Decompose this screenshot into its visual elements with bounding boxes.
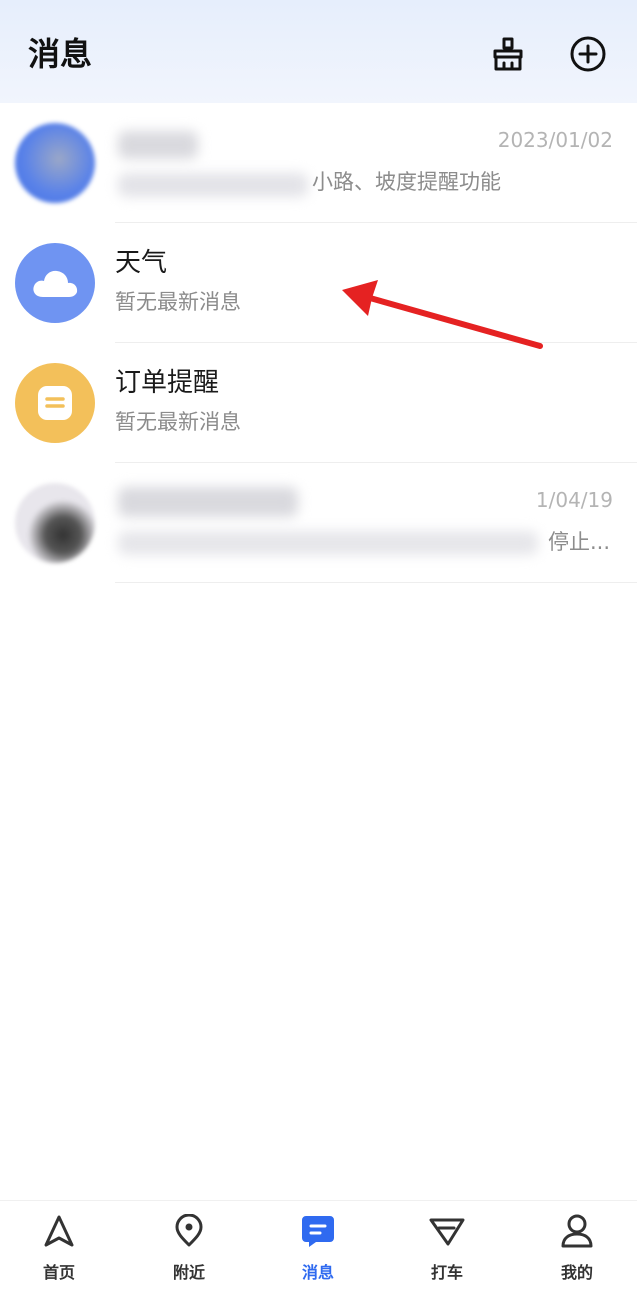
message-title: 订单提醒 bbox=[115, 368, 220, 398]
tab-home[interactable]: 首页 bbox=[14, 1211, 104, 1291]
plus-circle-icon bbox=[570, 36, 606, 72]
bottom-tab-bar: 首页 附近 消息 打车 我的 bbox=[0, 1200, 637, 1310]
clear-messages-button[interactable] bbox=[488, 34, 528, 74]
order-note-icon bbox=[38, 386, 72, 420]
message-subtitle: 暂无最新消息 bbox=[115, 290, 241, 314]
tab-label: 消息 bbox=[301, 1263, 334, 1282]
blurred-title bbox=[118, 131, 198, 159]
message-list: 小路、坡度提醒功能 2023/01/02 天气 暂无最新消息 订单提醒 暂无最新… bbox=[0, 103, 637, 583]
page-title: 消息 bbox=[28, 35, 93, 73]
message-icon bbox=[298, 1211, 338, 1251]
message-item-weather[interactable]: 天气 暂无最新消息 bbox=[0, 223, 637, 343]
location-pin-icon bbox=[169, 1211, 209, 1251]
blurred-title bbox=[118, 487, 298, 517]
tab-nearby[interactable]: 附近 bbox=[144, 1211, 234, 1291]
user-icon bbox=[557, 1211, 597, 1251]
navigate-arrow-icon bbox=[39, 1211, 79, 1251]
message-item[interactable]: 停止... 1/04/19 bbox=[0, 463, 637, 583]
broom-icon bbox=[493, 37, 523, 71]
tab-messages[interactable]: 消息 bbox=[273, 1211, 363, 1291]
avatar bbox=[15, 363, 95, 443]
tab-profile[interactable]: 我的 bbox=[532, 1211, 622, 1291]
tab-ride[interactable]: 打车 bbox=[402, 1211, 492, 1291]
message-subtitle: 暂无最新消息 bbox=[115, 410, 241, 434]
message-item[interactable]: 小路、坡度提醒功能 2023/01/02 bbox=[0, 103, 637, 223]
message-subtitle: 停止... bbox=[548, 530, 611, 554]
tab-label: 首页 bbox=[42, 1263, 75, 1282]
tab-label: 打车 bbox=[430, 1263, 463, 1282]
divider bbox=[115, 582, 637, 583]
avatar bbox=[15, 123, 95, 203]
message-time: 2023/01/02 bbox=[497, 128, 613, 152]
message-subtitle: 小路、坡度提醒功能 bbox=[312, 170, 501, 194]
cloud-icon bbox=[33, 270, 78, 297]
message-title: 天气 bbox=[115, 248, 168, 278]
blurred-subtitle bbox=[118, 173, 308, 197]
message-item-order[interactable]: 订单提醒 暂无最新消息 bbox=[0, 343, 637, 463]
add-button[interactable] bbox=[568, 34, 608, 74]
ride-icon bbox=[427, 1211, 467, 1251]
tab-label: 附近 bbox=[172, 1263, 205, 1282]
page-header: 消息 bbox=[0, 0, 637, 103]
avatar bbox=[15, 243, 95, 323]
message-time: 1/04/19 bbox=[535, 488, 613, 512]
blurred-subtitle bbox=[118, 531, 538, 555]
avatar bbox=[15, 483, 95, 563]
tab-label: 我的 bbox=[560, 1263, 593, 1282]
